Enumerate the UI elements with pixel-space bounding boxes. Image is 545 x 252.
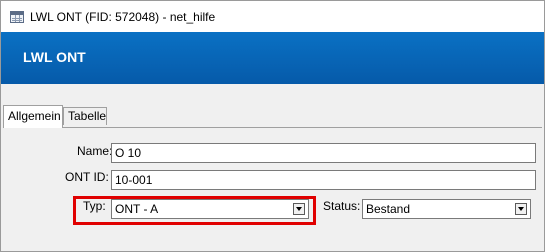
status-dropdown[interactable]: Bestand bbox=[362, 199, 531, 219]
table-icon bbox=[10, 11, 24, 23]
tab-allgemein[interactable]: Allgemein bbox=[3, 105, 63, 128]
ont-id-label: ONT ID: bbox=[65, 170, 109, 184]
header-banner: LWL ONT bbox=[1, 32, 544, 84]
banner-title: LWL ONT bbox=[23, 49, 86, 65]
status-dropdown-value: Bestand bbox=[366, 202, 411, 216]
chevron-down-icon[interactable] bbox=[515, 203, 527, 215]
name-label: Name: bbox=[77, 144, 113, 158]
dialog-window: LWL ONT (FID: 572048) - net_hilfe LWL ON… bbox=[0, 0, 545, 252]
name-field[interactable]: O 10 bbox=[111, 143, 536, 163]
window-title: LWL ONT (FID: 572048) - net_hilfe bbox=[30, 10, 216, 24]
tab-tabelle[interactable]: Tabelle bbox=[63, 107, 107, 125]
status-label: Status: bbox=[323, 199, 361, 213]
typ-highlight-box bbox=[73, 196, 316, 225]
ont-id-field[interactable]: 10-001 bbox=[111, 170, 536, 190]
title-bar: LWL ONT (FID: 572048) - net_hilfe bbox=[1, 1, 544, 32]
